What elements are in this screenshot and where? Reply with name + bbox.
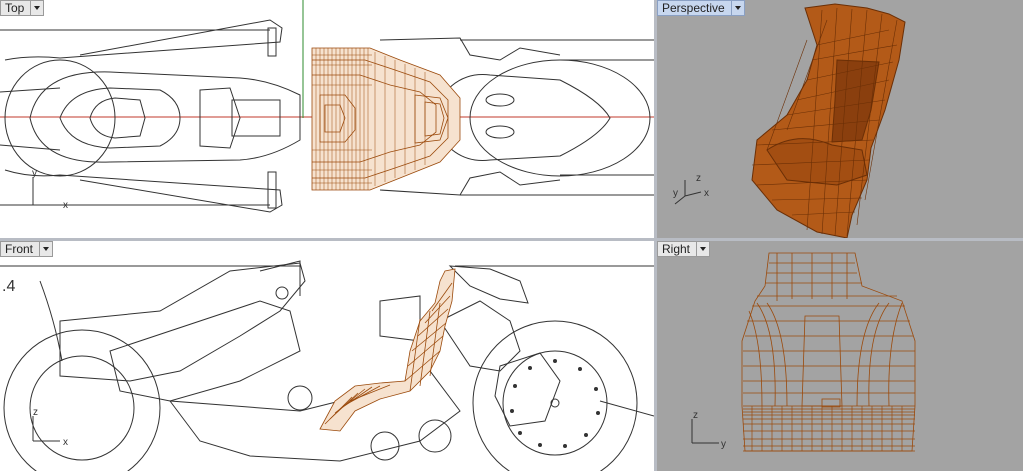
chevron-down-icon[interactable] bbox=[31, 0, 45, 16]
seat-mesh-top bbox=[311, 47, 461, 191]
front-wheel-bolts bbox=[510, 359, 600, 448]
tab-label-perspective[interactable]: Perspective bbox=[657, 0, 732, 16]
seat-mesh-right-base bbox=[743, 405, 915, 452]
right-view-drawing: y z bbox=[691, 252, 916, 452]
seat-mesh-front bbox=[319, 268, 456, 432]
axis-label-x: x bbox=[704, 188, 709, 199]
viewport-perspective[interactable]: z x y Perspective bbox=[657, 0, 1023, 238]
viewport-front[interactable]: x z .4 Front bbox=[0, 241, 654, 471]
bike-outline-front bbox=[0, 260, 654, 471]
viewport-splitter-horizontal[interactable] bbox=[0, 238, 1023, 241]
tab-label-front[interactable]: Front bbox=[0, 241, 41, 257]
tab-label-top[interactable]: Top bbox=[0, 0, 32, 16]
tab-top[interactable]: Top bbox=[0, 0, 45, 16]
axis-gizmo-front bbox=[32, 416, 60, 442]
top-view-drawing bbox=[0, 0, 654, 213]
axis-gizmo-right bbox=[691, 419, 719, 444]
viewport-splitter-vertical[interactable] bbox=[654, 0, 657, 471]
axis-label-y: y bbox=[673, 188, 678, 199]
seat-mesh-right bbox=[741, 252, 916, 452]
viewport-right[interactable]: y z Right bbox=[657, 241, 1023, 471]
axis-gizmo-top bbox=[32, 178, 60, 206]
chevron-down-icon[interactable] bbox=[697, 241, 711, 257]
axis-label-z: z bbox=[33, 407, 38, 418]
dimension-annotation: .4 bbox=[2, 278, 15, 295]
axis-label-z: z bbox=[693, 410, 698, 421]
viewport-top[interactable]: x y Top bbox=[0, 0, 654, 238]
axis-label-y: y bbox=[721, 439, 726, 450]
front-view-drawing: x z .4 bbox=[0, 260, 654, 471]
axis-label-z: z bbox=[696, 173, 701, 184]
tab-right[interactable]: Right bbox=[657, 241, 711, 257]
chevron-down-icon[interactable] bbox=[40, 241, 54, 257]
axis-label-x: x bbox=[63, 437, 68, 448]
perspective-view-drawing: z x y bbox=[673, 3, 906, 238]
tab-perspective[interactable]: Perspective bbox=[657, 0, 745, 16]
seat-mesh-perspective bbox=[751, 3, 906, 238]
chevron-down-icon[interactable] bbox=[731, 0, 745, 16]
tab-label-right[interactable]: Right bbox=[657, 241, 698, 257]
tab-front[interactable]: Front bbox=[0, 241, 54, 257]
